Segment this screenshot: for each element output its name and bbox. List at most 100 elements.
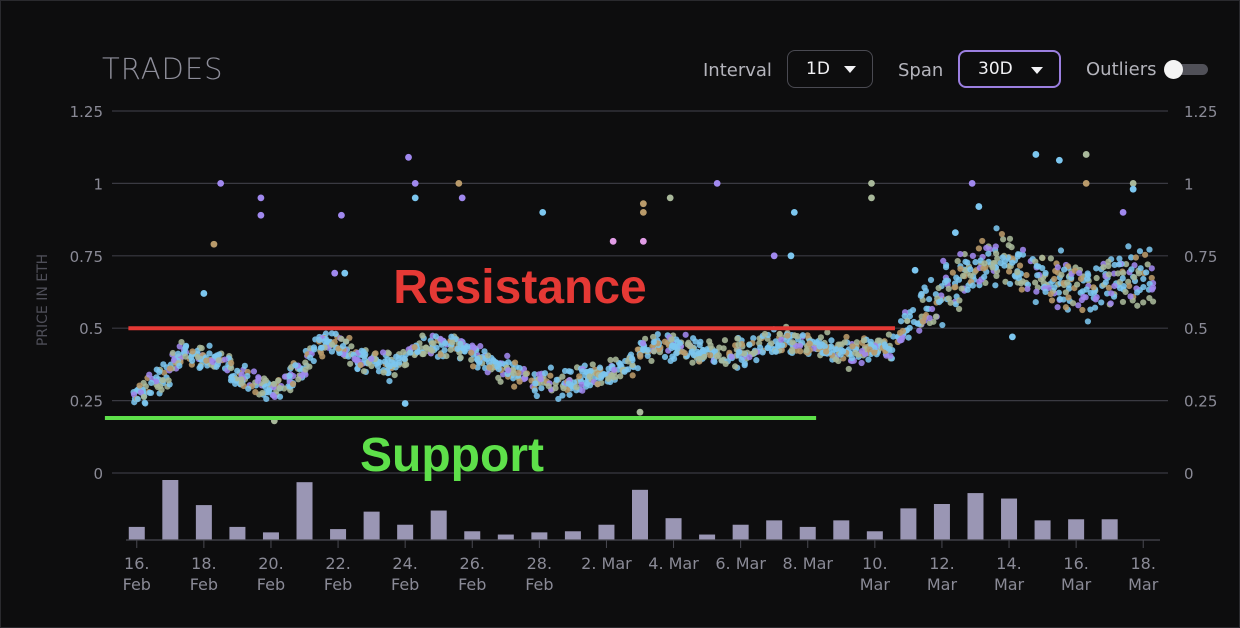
trade-point: [380, 369, 387, 376]
trade-point: [496, 361, 504, 368]
trade-point: [400, 348, 407, 356]
trade-point: [176, 362, 183, 369]
trade-point: [1108, 290, 1115, 297]
trade-point-outlier: [539, 208, 547, 216]
trade-point: [845, 365, 852, 373]
trade-point: [573, 384, 580, 391]
trade-point: [307, 354, 314, 361]
trade-point: [454, 345, 461, 353]
volume-bar: [162, 480, 179, 540]
trade-point: [848, 354, 856, 362]
support-label: Support: [360, 429, 544, 482]
trade-point: [407, 349, 414, 356]
trade-point: [1114, 270, 1122, 277]
trade-point: [989, 264, 996, 271]
trade-point: [764, 344, 772, 351]
trade-point: [1042, 288, 1049, 295]
trade-point: [328, 341, 336, 348]
trade-point: [147, 389, 155, 397]
volume-bar: [732, 524, 749, 540]
trade-point: [254, 377, 261, 384]
trade-point: [541, 370, 549, 377]
trade-point: [1076, 269, 1083, 277]
x-tick-label-line2: Mar: [994, 575, 1025, 594]
x-tick-label: 16.: [124, 554, 149, 573]
trade-point: [897, 318, 905, 325]
trade-point: [511, 383, 518, 390]
y-tick-label-left: 0.5: [79, 320, 103, 338]
trade-point: [169, 349, 176, 357]
trade-point: [347, 360, 354, 367]
trade-point: [432, 333, 439, 340]
trade-point: [198, 345, 205, 352]
trade-point-outlier: [1129, 185, 1137, 193]
x-tick-label: 14.: [996, 554, 1021, 573]
trade-point: [858, 359, 865, 367]
trade-point: [1000, 236, 1007, 243]
trade-point: [735, 341, 742, 348]
trade-point: [629, 355, 636, 362]
trade-point: [817, 334, 825, 341]
trade-point: [949, 269, 956, 276]
x-tick-label-line2: Feb: [391, 575, 419, 594]
trade-point: [318, 344, 325, 351]
trade-point: [391, 372, 398, 379]
trade-point-outlier: [975, 203, 983, 210]
trade-point: [194, 353, 201, 361]
trade-point: [612, 373, 619, 381]
trade-point: [728, 353, 735, 360]
trade-point: [1102, 279, 1109, 286]
trade-point-outlier: [1082, 151, 1090, 158]
trade-point: [316, 336, 323, 344]
trade-point: [1057, 247, 1065, 254]
volume-bar: [866, 531, 883, 540]
trade-point: [1048, 297, 1056, 304]
trade-point: [841, 339, 848, 346]
trade-point: [746, 341, 753, 348]
trade-point: [1134, 302, 1141, 309]
trade-point-outlier: [455, 180, 463, 187]
x-tick-label: 2. Mar: [581, 554, 632, 573]
trade-point: [871, 349, 878, 356]
trade-point: [576, 373, 583, 380]
trade-point: [1051, 275, 1058, 283]
trade-point: [832, 356, 840, 363]
x-tick-label-line2: Mar: [860, 575, 891, 594]
trade-point: [182, 342, 190, 349]
trade-point: [797, 348, 804, 355]
trade-point: [578, 381, 585, 388]
trade-point: [952, 283, 959, 291]
trade-point: [302, 366, 309, 373]
trade-point: [1032, 298, 1039, 306]
trade-point: [1054, 264, 1061, 271]
trade-point: [1093, 274, 1100, 282]
trade-point: [1140, 299, 1147, 306]
volume-bar: [699, 534, 716, 540]
trade-point: [142, 400, 149, 407]
trade-point: [352, 356, 359, 364]
trade-point-outlier: [911, 266, 919, 274]
trade-point: [1058, 271, 1065, 278]
trade-point: [481, 348, 488, 355]
trade-point-outlier: [951, 229, 959, 237]
trade-point: [715, 352, 722, 359]
trade-point: [992, 282, 999, 289]
trade-point-outlier: [609, 237, 617, 245]
trade-point: [784, 332, 791, 339]
volume-bar: [296, 482, 313, 540]
trade-point: [1132, 254, 1140, 261]
trade-point: [1074, 281, 1081, 288]
trade-point: [849, 343, 856, 350]
trade-point: [958, 285, 965, 292]
trade-point: [707, 342, 714, 349]
x-tick-label: 28.: [527, 554, 552, 573]
trade-point: [1128, 266, 1135, 273]
trade-point: [746, 354, 753, 361]
trade-point: [650, 339, 657, 346]
trade-point: [166, 365, 174, 372]
volume-bar: [967, 493, 984, 540]
trade-point: [1092, 296, 1099, 303]
trade-point: [276, 384, 283, 392]
volume-bar: [632, 489, 648, 540]
trade-point: [206, 342, 213, 349]
